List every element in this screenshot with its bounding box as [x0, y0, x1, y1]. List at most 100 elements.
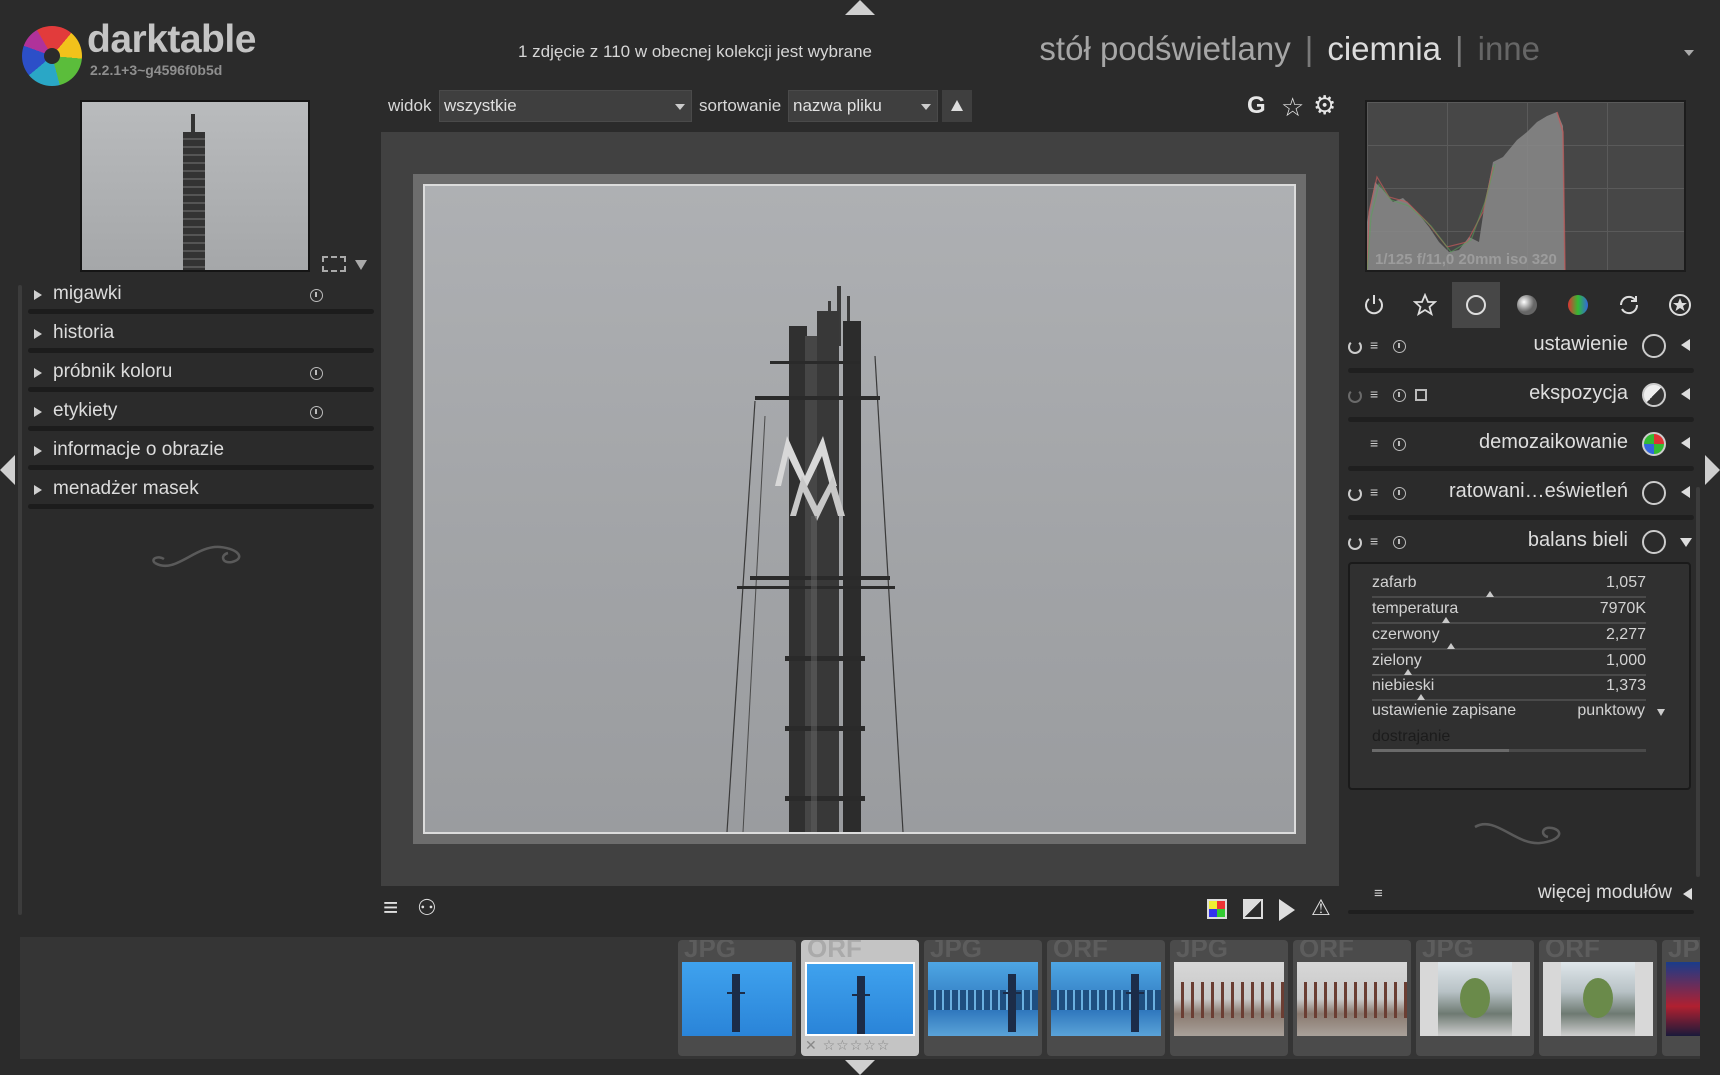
module-history[interactable]: historia	[28, 319, 374, 358]
filmstrip-thumbnail[interactable]: JPG	[924, 940, 1042, 1056]
module-color-picker[interactable]: próbnik koloru	[28, 358, 374, 397]
temperature-slider[interactable]: temperatura 7970K	[1372, 600, 1646, 626]
expand-arrow-icon[interactable]	[1683, 888, 1692, 900]
reset-icon[interactable]	[1393, 536, 1406, 549]
reset-icon[interactable]	[1393, 340, 1406, 353]
tint-slider[interactable]: zafarb 1,057	[1372, 574, 1646, 600]
module-menu-icon[interactable]: ≡	[1370, 337, 1378, 353]
more-modules-menu-icon[interactable]: ≡	[1374, 885, 1383, 902]
sort-direction-button[interactable]	[942, 90, 972, 122]
navigator-preview[interactable]	[80, 100, 310, 272]
image-canvas[interactable]	[381, 132, 1339, 886]
module-power-icon[interactable]	[1348, 389, 1362, 403]
filmstrip-thumbnail[interactable]: JPG	[1416, 940, 1534, 1056]
filmstrip-thumbnail[interactable]: ORF	[1293, 940, 1411, 1056]
overexposed-icon[interactable]	[1243, 899, 1263, 919]
reset-icon[interactable]	[1393, 438, 1406, 451]
module-menu-icon[interactable]: ≡	[1370, 484, 1378, 500]
group-basic[interactable]	[1452, 282, 1500, 328]
zoom-dropdown-icon[interactable]	[355, 260, 367, 270]
green-slider[interactable]: zielony 1,000	[1372, 652, 1646, 678]
module-image-information[interactable]: informacje o obrazie	[28, 436, 374, 475]
view-other[interactable]: inne	[1478, 30, 1540, 67]
expand-arrow-icon[interactable]	[34, 368, 42, 378]
filmstrip-thumbnail[interactable]: JPG	[1170, 940, 1288, 1056]
left-panel-toggle-arrow[interactable]	[0, 455, 15, 485]
gamut-check-warning-icon[interactable]: ⚠	[1311, 895, 1331, 921]
reset-icon[interactable]	[310, 289, 323, 302]
right-panel-scrollbar[interactable]	[1696, 487, 1700, 877]
star-icon[interactable]: ☆	[1281, 92, 1304, 123]
view-lighttable[interactable]: stół podświetlany	[1039, 30, 1290, 67]
group-favorites[interactable]	[1401, 282, 1449, 328]
reset-icon[interactable]	[1393, 389, 1406, 402]
bottom-panel-toggle-arrow[interactable]	[845, 1060, 875, 1075]
module-power-icon[interactable]	[1348, 487, 1362, 501]
wb-preset-combo[interactable]: ustawienie zapisane punktowy	[1372, 702, 1667, 726]
module-power-icon[interactable]	[1348, 340, 1362, 354]
filmstrip-thumbnail[interactable]: JPG	[678, 940, 796, 1056]
gear-icon[interactable]: ⚙	[1313, 90, 1336, 121]
expand-arrow-icon[interactable]	[34, 329, 42, 339]
reset-icon[interactable]	[1393, 487, 1406, 500]
slider-knob[interactable]	[1403, 669, 1412, 675]
styles-icon[interactable]: ⚇	[417, 895, 437, 921]
slider-knob[interactable]	[1417, 694, 1426, 700]
right-panel-toggle-arrow[interactable]	[1705, 455, 1720, 485]
guides-g-icon[interactable]: G	[1247, 92, 1266, 120]
color-assessment-icon[interactable]	[1207, 899, 1227, 919]
softproof-icon[interactable]	[1279, 899, 1295, 921]
expand-arrow-icon[interactable]	[34, 290, 42, 300]
expand-arrow-icon[interactable]	[1681, 437, 1690, 449]
expand-arrow-icon[interactable]	[1681, 486, 1690, 498]
expand-arrow-icon[interactable]	[1681, 339, 1690, 351]
slider-knob[interactable]	[1447, 643, 1456, 649]
filmstrip-thumbnail[interactable]: ORF	[1539, 940, 1657, 1056]
module-menu-icon[interactable]: ≡	[1370, 533, 1378, 549]
filmstrip[interactable]: JPG ORF ✕ ☆☆☆☆☆ JPG ORF JPG ORF JPG ORF …	[20, 937, 1700, 1059]
red-slider[interactable]: czerwony 2,277	[1372, 626, 1646, 652]
collapse-arrow-icon[interactable]	[1680, 538, 1692, 547]
reset-icon[interactable]	[310, 367, 323, 380]
blue-slider[interactable]: niebieski 1,373	[1372, 677, 1646, 703]
filmstrip-thumbnail[interactable]: JP	[1662, 940, 1700, 1056]
rating-stars[interactable]: ✕ ☆☆☆☆☆	[805, 1037, 890, 1054]
slider-knob[interactable]	[1441, 617, 1450, 623]
module-highlight-reconstruction[interactable]: ≡ ratowani…eświetleń	[1348, 475, 1694, 523]
expand-arrow-icon[interactable]	[34, 407, 42, 417]
module-power-icon[interactable]	[1348, 536, 1362, 550]
left-panel-scrollbar[interactable]	[18, 285, 22, 915]
duplicate-icon[interactable]	[1415, 389, 1427, 401]
histogram[interactable]: 1/125 f/11,0 20mm iso 320	[1365, 100, 1686, 272]
module-demosaic[interactable]: ≡ demozaikowanie	[1348, 426, 1694, 474]
group-color[interactable]	[1554, 282, 1602, 328]
reset-icon[interactable]	[310, 406, 323, 419]
expand-arrow-icon[interactable]	[34, 485, 42, 495]
group-effect[interactable]	[1656, 282, 1704, 328]
main-photo[interactable]	[423, 184, 1296, 834]
expand-arrow-icon[interactable]	[34, 446, 42, 456]
quick-access-menu-icon[interactable]: ≡	[383, 892, 398, 923]
group-tone[interactable]	[1503, 282, 1551, 328]
expand-arrow-icon[interactable]	[1681, 388, 1690, 400]
module-presets[interactable]: ≡ ustawienie	[1348, 328, 1694, 376]
filmstrip-thumbnail[interactable]: ORF	[1047, 940, 1165, 1056]
more-modules[interactable]: ≡ więcej modułów	[1348, 880, 1694, 914]
view-darkroom[interactable]: ciemnia	[1327, 30, 1441, 67]
finetune-slider[interactable]: dostrajanie	[1372, 728, 1646, 754]
module-snapshots[interactable]: migawki	[28, 280, 374, 319]
sort-select[interactable]: nazwa pliku	[788, 90, 938, 122]
module-mask-manager[interactable]: menadżer masek	[28, 475, 374, 514]
views-dropdown-icon[interactable]	[1684, 50, 1694, 56]
zoom-fit-icon[interactable]	[322, 256, 346, 272]
slider-knob[interactable]	[1485, 591, 1494, 597]
view-filter-select[interactable]: wszystkie	[439, 90, 692, 122]
group-active-modules[interactable]	[1350, 282, 1398, 328]
top-panel-toggle-arrow[interactable]	[845, 0, 875, 15]
module-menu-icon[interactable]: ≡	[1370, 386, 1378, 402]
module-exposure[interactable]: ≡ ekspozycja	[1348, 377, 1694, 425]
module-tags[interactable]: etykiety	[28, 397, 374, 436]
group-correct[interactable]	[1605, 282, 1653, 328]
filmstrip-thumbnail-selected[interactable]: ORF ✕ ☆☆☆☆☆	[801, 940, 919, 1056]
module-menu-icon[interactable]: ≡	[1370, 435, 1378, 451]
